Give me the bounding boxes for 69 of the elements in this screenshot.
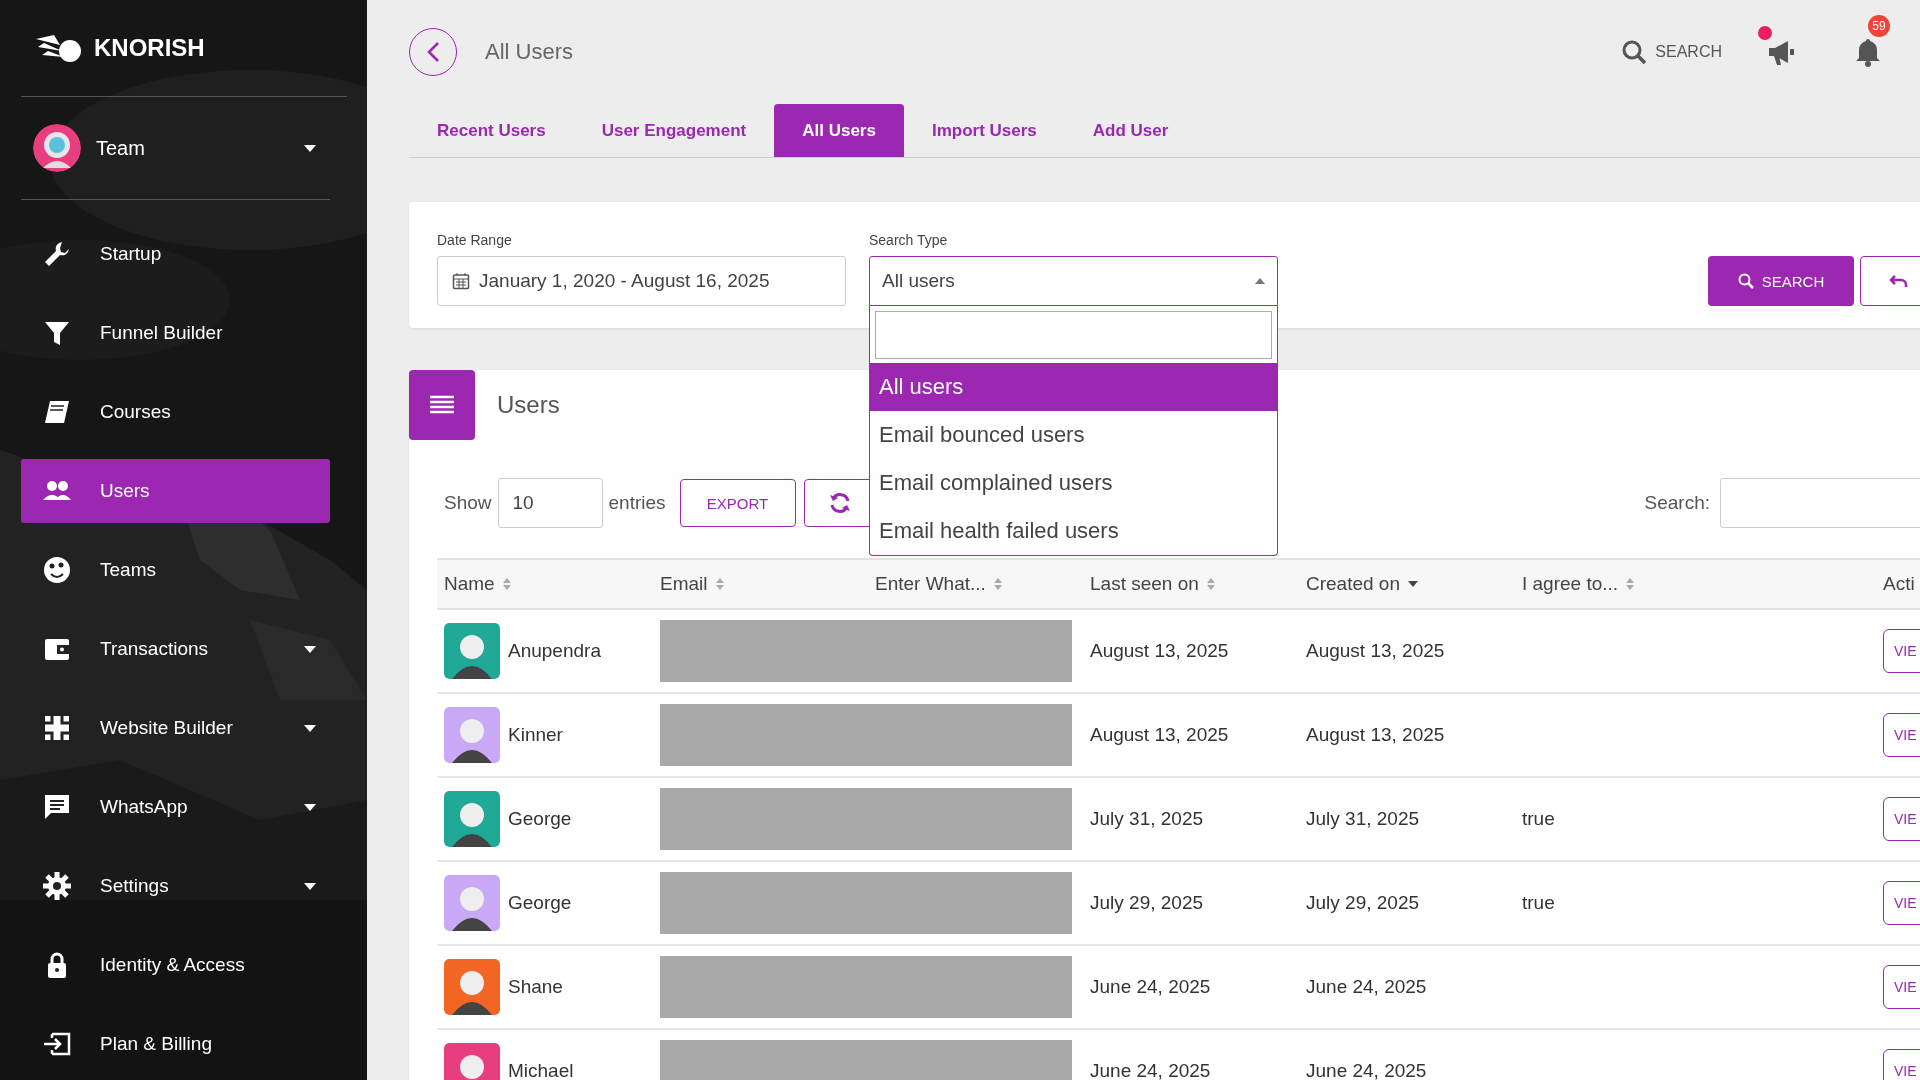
- nav-item[interactable]: Courses: [21, 380, 330, 444]
- date-text: June 24, 2025: [1090, 1060, 1211, 1080]
- nav-item[interactable]: Identity & Access: [21, 933, 330, 997]
- view-button[interactable]: VIE: [1883, 881, 1920, 925]
- column-header[interactable]: Created on: [1299, 559, 1515, 609]
- search-button[interactable]: SEARCH: [1708, 256, 1854, 306]
- search-button[interactable]: SEARCH: [1621, 39, 1722, 65]
- tab[interactable]: Add User: [1064, 104, 1197, 157]
- nav-item[interactable]: Settings: [21, 854, 330, 918]
- tab[interactable]: Recent Users: [409, 104, 574, 157]
- view-button[interactable]: VIE: [1883, 1049, 1920, 1080]
- user-name: Kinner: [508, 724, 563, 746]
- nav-item[interactable]: Startup: [21, 222, 330, 286]
- user-name: Shane: [508, 976, 563, 998]
- date-text: June 24, 2025: [1306, 976, 1427, 997]
- user-name: George: [508, 892, 572, 914]
- show-label: Show: [444, 492, 492, 514]
- agree-value: true: [1522, 892, 1555, 913]
- date-text: August 13, 2025: [1306, 640, 1445, 661]
- dropdown-option[interactable]: Email complained users: [870, 459, 1277, 507]
- column-header[interactable]: Name: [437, 559, 653, 609]
- date-text: August 13, 2025: [1090, 640, 1229, 661]
- dropdown-option[interactable]: Email bounced users: [870, 411, 1277, 459]
- page-size-field[interactable]: 10: [497, 478, 603, 528]
- nav-item[interactable]: WhatsApp: [21, 775, 330, 839]
- nav-item[interactable]: Plan & Billing: [21, 1012, 330, 1076]
- column-header[interactable]: Email: [653, 559, 868, 609]
- column-header[interactable]: Enter What...: [868, 559, 1083, 609]
- export-button[interactable]: EXPORT: [679, 479, 796, 527]
- tab[interactable]: User Engagement: [573, 104, 775, 157]
- view-button[interactable]: VIE: [1883, 629, 1920, 673]
- date-text: August 13, 2025: [1306, 724, 1445, 745]
- view-button[interactable]: VIE: [1883, 965, 1920, 1009]
- notification-badge: 59: [1868, 15, 1890, 37]
- dropdown-option[interactable]: Email health failed users: [870, 507, 1277, 555]
- nav-item[interactable]: Funnel Builder: [21, 301, 330, 365]
- nav-item[interactable]: Transactions: [21, 617, 330, 681]
- date-range-field[interactable]: January 1, 2020 - August 16, 2025: [437, 256, 846, 306]
- field-label: Date Range: [437, 232, 513, 248]
- search-label: Search:: [1644, 492, 1710, 514]
- team-switcher[interactable]: Team: [21, 97, 330, 200]
- card-title: Users: [497, 391, 560, 419]
- column-header[interactable]: I agree to...: [1515, 559, 1876, 609]
- tab[interactable]: Import Users: [903, 104, 1065, 157]
- date-text: July 29, 2025: [1306, 892, 1420, 913]
- date-text: July 31, 2025: [1306, 808, 1420, 829]
- tab[interactable]: All Users: [774, 104, 904, 157]
- nav-item[interactable]: Teams: [21, 538, 330, 602]
- user-name: Anupendra: [508, 640, 601, 662]
- date-text: June 24, 2025: [1306, 1060, 1427, 1080]
- date-text: June 24, 2025: [1090, 976, 1211, 997]
- field-label: Search Type: [869, 232, 949, 248]
- entries-label: entries: [608, 492, 666, 514]
- search-type-dropdown[interactable]: All users: [869, 256, 1278, 306]
- date-text: August 13, 2025: [1090, 724, 1229, 745]
- agree-value: true: [1522, 808, 1555, 829]
- nav-item[interactable]: Users: [21, 459, 330, 523]
- view-button[interactable]: VIE: [1883, 713, 1920, 757]
- page-title: All Users: [485, 39, 574, 65]
- dropdown-option[interactable]: All users: [870, 363, 1277, 411]
- column-header[interactable]: Last seen on: [1083, 559, 1299, 609]
- brand-name: KNORISH: [94, 34, 205, 62]
- user-name: Michael: [508, 1060, 574, 1080]
- date-text: July 29, 2025: [1090, 892, 1204, 913]
- user-name: George: [508, 808, 572, 830]
- column-header[interactable]: Acti: [1876, 559, 1920, 609]
- nav-item[interactable]: Website Builder: [21, 696, 330, 760]
- view-button[interactable]: VIE: [1883, 797, 1920, 841]
- date-text: July 31, 2025: [1090, 808, 1204, 829]
